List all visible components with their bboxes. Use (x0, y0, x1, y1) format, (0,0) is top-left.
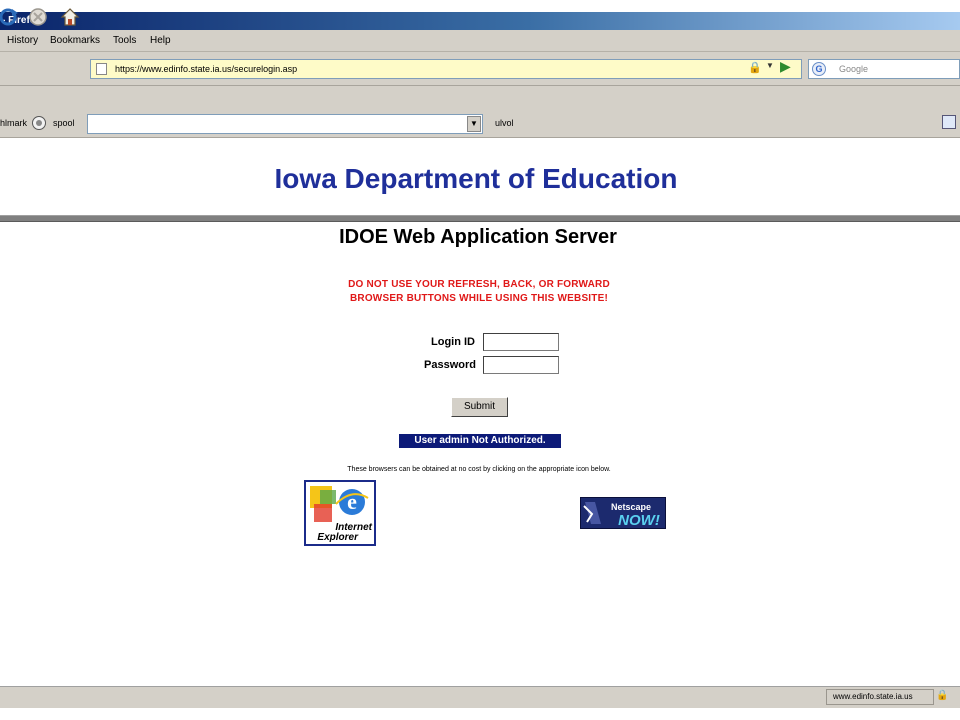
warning-line-1: DO NOT USE YOUR REFRESH, BACK, OR FORWAR… (348, 279, 610, 290)
login-id-label: Login ID (431, 336, 475, 348)
reload-icon[interactable] (0, 7, 20, 27)
search-input[interactable]: G Google (808, 59, 960, 79)
menu-help[interactable]: Help (150, 35, 171, 46)
internet-explorer-icon: e Internet Explorer (308, 484, 373, 543)
server-title: IDOE Web Application Server (339, 226, 617, 248)
address-text: https://www.edinfo.state.ia.us/securelog… (115, 64, 298, 74)
toolbar-dropdown[interactable]: ▼ (87, 114, 483, 134)
toolbar-radio[interactable] (32, 116, 46, 130)
home-icon[interactable] (60, 7, 80, 27)
toolbar-label-right[interactable]: ulvol (495, 118, 514, 128)
warning-line-2: BROWSER BUTTONS WHILE USING THIS WEBSITE… (349, 293, 608, 304)
netscape-icon: Netscape NOW! (581, 498, 665, 529)
page-title: Iowa Department of Education (274, 163, 678, 194)
menu-history[interactable]: History (7, 35, 38, 46)
window-title-bar: - Firefox (0, 12, 960, 30)
toolbar-right-icon[interactable] (942, 115, 956, 129)
toolbar-label-spool[interactable]: spool (53, 118, 75, 128)
address-bar[interactable]: https://www.edinfo.state.ia.us/securelog… (90, 59, 802, 79)
toolbar-spacer (0, 86, 960, 110)
page-header: Iowa Department of Education (0, 138, 960, 215)
auth-error-message: User admin Not Authorized. (399, 434, 561, 448)
chevron-down-icon[interactable]: ▼ (766, 61, 774, 70)
page-icon (96, 63, 107, 75)
submit-button[interactable]: Submit (451, 397, 508, 417)
browsers-note: These browsers can be obtained at no cos… (347, 466, 611, 473)
menu-bookmarks[interactable]: Bookmarks (50, 35, 100, 46)
password-label: Password (424, 359, 476, 371)
google-icon[interactable]: G (812, 62, 826, 76)
go-icon[interactable]: ▶ (780, 58, 798, 78)
search-placeholder: Google (839, 64, 869, 74)
netscape-logo-line-2: NOW! (618, 512, 660, 528)
status-bar (0, 686, 960, 708)
login-id-input[interactable] (483, 333, 559, 351)
menu-tools[interactable]: Tools (113, 35, 136, 46)
netscape-logo[interactable]: Netscape NOW! (580, 497, 666, 529)
security-lock-icon[interactable]: 🔒 (936, 690, 948, 701)
svg-text:e: e (347, 489, 357, 514)
ie-logo-line-2: Explorer (317, 532, 359, 543)
warning-message: DO NOT USE YOUR REFRESH, BACK, OR FORWAR… (0, 278, 958, 306)
password-input[interactable] (483, 356, 559, 374)
bottom-strip (0, 708, 960, 720)
chevron-down-icon[interactable]: ▼ (467, 116, 481, 132)
netscape-logo-line-1: Netscape (611, 502, 651, 512)
menu-bar: History Bookmarks Tools Help (0, 30, 960, 52)
internet-explorer-logo[interactable]: e Internet Explorer (304, 480, 376, 546)
header-divider (0, 215, 960, 222)
stop-icon[interactable] (28, 7, 48, 27)
lock-icon[interactable]: 🔒 (748, 61, 762, 77)
toolbar-label-left[interactable]: hlmark (0, 118, 27, 128)
status-domain: www.edinfo.state.ia.us (826, 689, 934, 705)
